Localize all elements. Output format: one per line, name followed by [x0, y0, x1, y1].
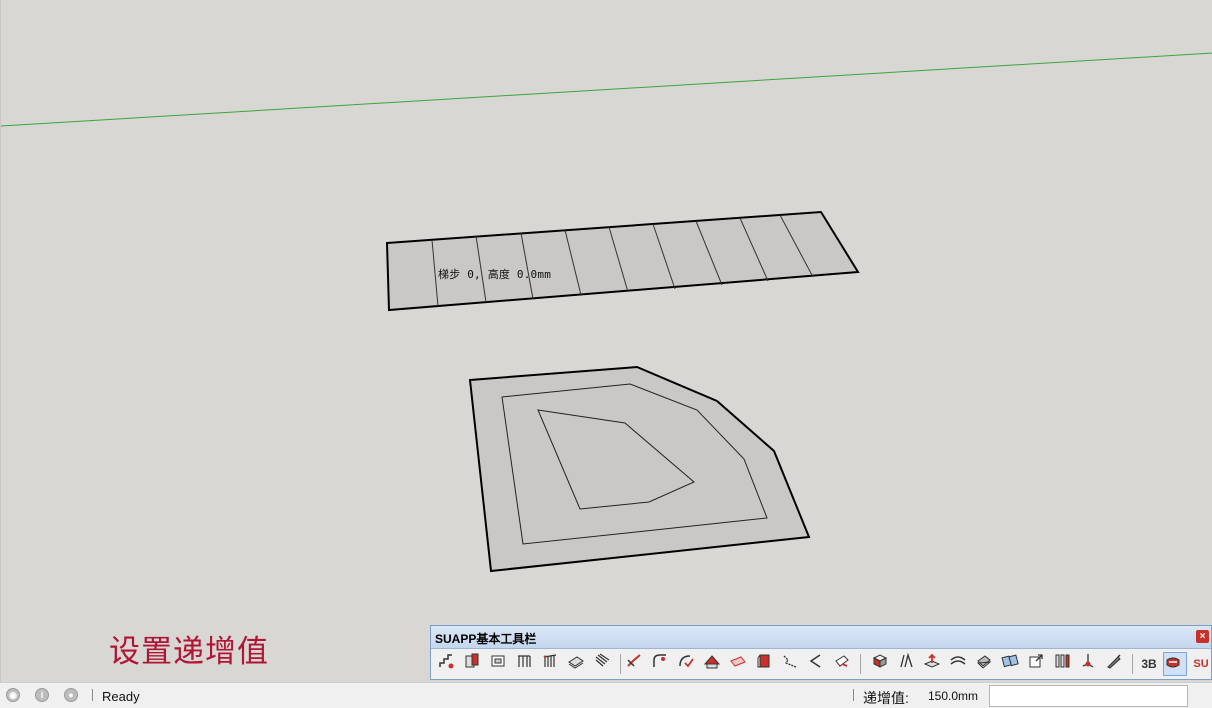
extrude-button[interactable]: [755, 652, 779, 676]
axis-tool-icon: [1082, 654, 1094, 668]
railing-button[interactable]: [515, 652, 539, 676]
roof-button[interactable]: [703, 652, 727, 676]
toolbar-buttons: 3B SU: [435, 652, 1209, 678]
shell-button[interactable]: [975, 652, 999, 676]
path-button[interactable]: [781, 652, 805, 676]
info-icon[interactable]: i: [35, 688, 49, 702]
face-offset-button[interactable]: [729, 652, 753, 676]
outer-face[interactable]: [468, 365, 811, 573]
louver-icon: [595, 653, 610, 667]
measurements-input[interactable]: [989, 685, 1188, 707]
bend-button[interactable]: [949, 652, 973, 676]
arc-fillet-icon: [653, 654, 666, 667]
measurements-value: 150.0mm: [928, 689, 979, 703]
slab-button[interactable]: [567, 652, 591, 676]
stair-face[interactable]: [385, 210, 860, 312]
status-bar: ◉ i ● Ready 递增值: 150.0mm: [0, 682, 1212, 708]
tutorial-caption: 设置递增值: [109, 634, 269, 670]
slab-icon: [568, 656, 584, 669]
columns-button[interactable]: [1053, 652, 1077, 676]
toolbar-title-bar[interactable]: SUAPP基本工具栏 ×: [431, 626, 1211, 649]
roof-icon: [703, 655, 721, 669]
status-text: Ready: [102, 689, 140, 704]
active-tool-icon: [1166, 657, 1180, 668]
bend-icon: [950, 656, 966, 665]
toolbar-separator: [860, 654, 861, 674]
toolbar-title: SUAPP基本工具栏: [435, 632, 537, 646]
pen-tool-icon: [1107, 654, 1121, 669]
three-d-text-icon: 3B: [1141, 657, 1157, 671]
user-account-icon[interactable]: ●: [64, 688, 78, 702]
face-offset-icon: [730, 656, 746, 667]
louver-button[interactable]: [593, 652, 617, 676]
toolbar-separator: [620, 654, 621, 674]
wall-tool-icon: [465, 653, 479, 668]
window-frame-button[interactable]: [489, 652, 513, 676]
array-icon: [1001, 654, 1019, 668]
path-icon: [783, 655, 797, 668]
stair-dimension-label: 梯步 0, 高度 0.0mm: [438, 268, 552, 281]
push-pull-button[interactable]: [923, 652, 947, 676]
corner-icon: [809, 654, 821, 668]
wall-tool-button[interactable]: [463, 652, 487, 676]
paint-face-button[interactable]: [833, 652, 857, 676]
scale-box-button[interactable]: [1027, 652, 1051, 676]
railing-icon: [518, 655, 531, 667]
corner-button[interactable]: [807, 652, 831, 676]
solid-box-button[interactable]: [871, 652, 895, 676]
columns-icon: [1055, 654, 1070, 668]
scene-canvas[interactable]: [1, 0, 1212, 682]
axis-tool-button[interactable]: [1079, 652, 1103, 676]
extrude-icon: [757, 654, 770, 668]
close-icon[interactable]: ×: [1196, 630, 1209, 643]
line-edit-icon: [627, 654, 641, 667]
multi-line-button[interactable]: [897, 652, 921, 676]
push-pull-icon: [923, 653, 941, 668]
geo-location-icon[interactable]: ◉: [6, 688, 20, 702]
suapp-basic-toolbar[interactable]: SUAPP基本工具栏 × 3B SU: [430, 625, 1212, 680]
stair-tool-button[interactable]: [437, 652, 461, 676]
suapp-logo-button[interactable]: SU: [1189, 652, 1212, 676]
shell-icon: [976, 655, 992, 669]
pen-tool-button[interactable]: [1105, 652, 1129, 676]
offset-shape-object[interactable]: [468, 365, 811, 573]
model-viewport[interactable]: 梯步 0, 高度 0.0mm 设置递增值 SUAPP基本工具栏 × 3B SU: [0, 0, 1212, 682]
paint-face-icon: [835, 655, 849, 667]
curve-check-button[interactable]: [677, 652, 701, 676]
window-frame-icon: [491, 655, 505, 667]
suapp-logo-icon: SU: [1193, 658, 1209, 670]
arc-fillet-button[interactable]: [651, 652, 675, 676]
fence-icon: [543, 654, 557, 667]
solid-box-icon: [872, 654, 888, 668]
stair-object[interactable]: [385, 210, 860, 312]
green-axis-line: [1, 52, 1212, 127]
status-separator: [853, 689, 854, 701]
curve-check-icon: [679, 655, 694, 668]
stair-tool-icon: [439, 654, 454, 669]
multi-line-icon: [900, 652, 913, 668]
toolbar-separator: [1132, 654, 1133, 674]
active-tool-button[interactable]: [1163, 652, 1187, 676]
line-edit-button[interactable]: [625, 652, 649, 676]
three-d-text-button[interactable]: 3B: [1137, 652, 1161, 676]
fence-button[interactable]: [541, 652, 565, 676]
scale-box-icon: [1029, 654, 1043, 668]
array-button[interactable]: [1001, 652, 1025, 676]
measurements-label: 递增值:: [863, 690, 909, 706]
status-separator: [92, 689, 93, 701]
